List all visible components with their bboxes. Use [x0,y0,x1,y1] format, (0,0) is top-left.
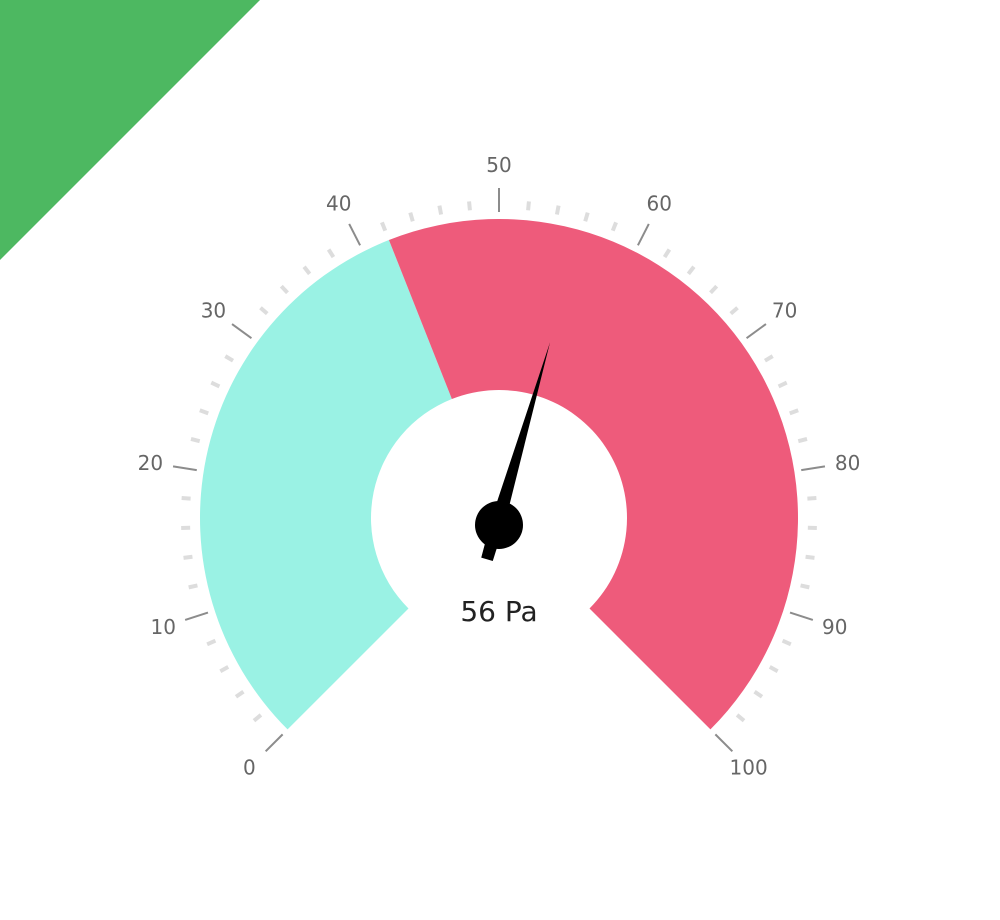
minor-tick [805,554,815,560]
minor-tick [224,354,235,363]
tick-label: 80 [835,451,860,475]
minor-tick [326,248,336,259]
minor-tick [777,380,788,389]
major-tick [789,611,814,621]
minor-tick [183,554,193,560]
minor-tick [279,284,289,295]
minor-tick [380,221,388,232]
minor-tick [259,306,269,316]
tick-label: 20 [138,451,163,475]
minor-tick [789,408,799,416]
gauge-band-1 [388,219,799,730]
minor-tick [797,436,808,444]
minor-tick [252,713,263,723]
tick-label: 40 [326,191,351,215]
tick-label: 100 [730,756,768,780]
minor-tick [219,665,230,673]
tick-label: 10 [151,615,176,639]
minor-tick [662,248,672,259]
minor-tick [800,583,810,590]
minor-tick [583,212,590,222]
minor-tick [768,665,779,673]
minor-tick [408,212,415,222]
tick-label: 70 [772,299,797,323]
needle-hub [475,501,523,549]
gauge-chart: 0 10 20 30 40 50 60 70 80 90 100 56 Pa [138,153,861,780]
minor-tick [686,265,696,276]
major-tick [637,223,650,246]
minor-tick [437,205,444,215]
minor-tick [610,221,618,232]
major-tick [801,465,826,472]
minor-tick [199,408,209,416]
minor-tick [729,306,739,316]
minor-tick [181,496,191,501]
minor-tick [526,201,531,211]
minor-tick [735,713,746,723]
minor-tick [190,436,201,444]
minor-tick [206,638,217,647]
minor-tick [302,265,312,276]
tick-label: 60 [647,191,672,215]
gauge-bands [199,219,799,730]
gauge-band-0 [199,239,452,730]
gauge-value-label: 56 Pa [460,595,537,628]
major-tick [714,733,734,753]
major-tick [231,323,253,339]
tick-label: 30 [201,299,226,323]
major-tick [264,733,284,753]
major-tick [348,223,361,246]
minor-tick [554,205,561,215]
minor-tick [234,690,245,699]
major-tick [184,611,209,621]
minor-tick [763,354,774,363]
minor-tick [467,201,472,211]
minor-tick [807,496,817,501]
tick-label: 90 [822,615,847,639]
minor-tick [210,380,221,389]
minor-tick [188,583,198,590]
major-tick [745,323,767,339]
minor-tick [709,284,719,295]
minor-tick [753,690,764,699]
tick-label: 0 [243,756,256,780]
major-tick [172,465,197,472]
tick-label: 50 [486,153,511,177]
minor-tick [781,638,792,647]
